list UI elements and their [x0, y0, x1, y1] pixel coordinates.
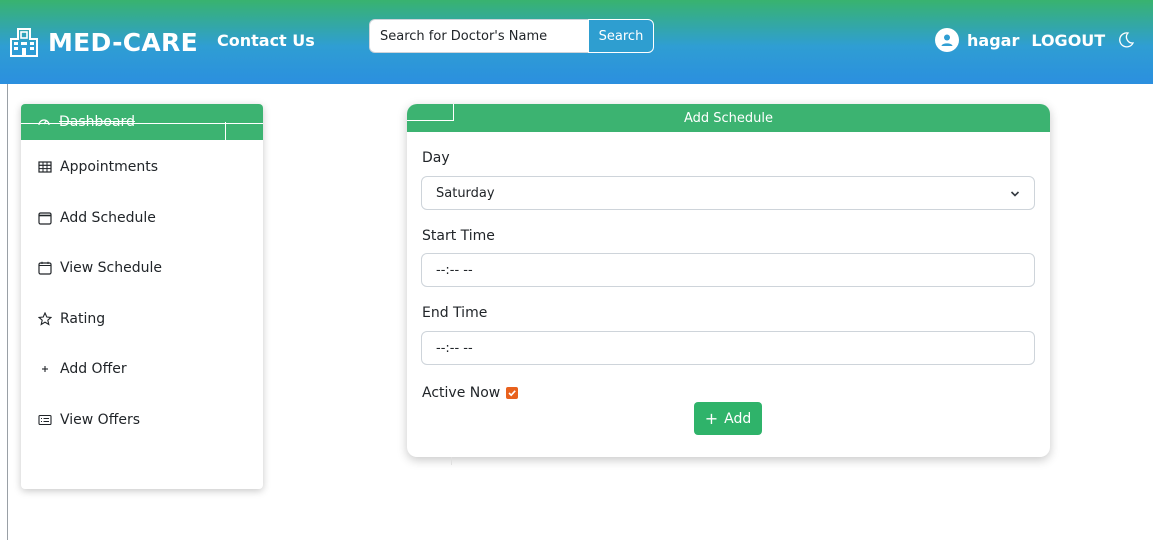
user-icon: [941, 34, 953, 46]
end-time-label: End Time: [422, 305, 488, 321]
sidebar-item-label: Add Schedule: [60, 210, 156, 226]
card-list-icon: [38, 414, 52, 426]
doctor-search: Search: [369, 19, 654, 53]
sidebar-item-dashboard[interactable]: Dashboard: [21, 104, 263, 140]
hospital-icon: [10, 28, 38, 57]
check-icon: [508, 390, 517, 397]
sidebar-item-label: Add Offer: [60, 361, 127, 377]
brand-logo[interactable]: MED-CARE: [8, 22, 198, 62]
avatar[interactable]: [935, 28, 959, 52]
sidebar-item-label: Rating: [60, 311, 106, 327]
speedometer-icon: [38, 119, 50, 126]
sidebar-item-label: Appointments: [60, 159, 159, 175]
start-time-value: --:-- --: [436, 262, 473, 278]
sidebar-item-label: View Offers: [60, 412, 141, 428]
divider: [451, 457, 452, 465]
end-time-input[interactable]: --:-- --: [421, 331, 1035, 365]
search-button[interactable]: Search: [588, 19, 654, 53]
plus-icon: +: [704, 409, 719, 428]
username[interactable]: hagar: [967, 31, 1019, 50]
logout-button[interactable]: LOGOUT: [1031, 31, 1105, 50]
calendar-icon: [38, 261, 52, 275]
day-label: Day: [422, 150, 450, 166]
day-select[interactable]: Saturday: [421, 176, 1035, 210]
active-now-label: Active Now: [422, 385, 501, 401]
sidebar-item-rating[interactable]: Rating: [21, 301, 263, 337]
user-menu: hagar LOGOUT: [935, 28, 1135, 52]
sidebar-item-add-schedule[interactable]: Add Schedule: [21, 200, 263, 236]
left-border-line: [7, 84, 8, 540]
sidebar-item-view-schedule[interactable]: View Schedule: [21, 250, 263, 286]
star-icon: [38, 312, 52, 326]
sidebar-item-view-offers[interactable]: View Offers: [21, 402, 263, 438]
sidebar: Dashboard Appointments Add Schedule View…: [21, 104, 263, 489]
brand-name: MED-CARE: [48, 27, 198, 57]
sidebar-item-appointments[interactable]: Appointments: [21, 149, 263, 185]
add-button-label: Add: [724, 410, 752, 427]
divider: [453, 104, 454, 121]
chevron-down-icon: [1010, 191, 1020, 197]
table-icon: [38, 161, 52, 173]
active-now-checkbox[interactable]: [506, 387, 519, 399]
divider: [407, 120, 453, 121]
day-select-value: Saturday: [436, 185, 495, 201]
divider: [225, 122, 226, 140]
sidebar-item-add-offer[interactable]: Add Offer: [21, 351, 263, 387]
card-header: Add Schedule: [407, 104, 1050, 132]
sidebar-item-label: Dashboard: [59, 114, 135, 130]
start-time-input[interactable]: --:-- --: [421, 253, 1035, 287]
active-now-row: Active Now: [422, 385, 519, 401]
end-time-value: --:-- --: [436, 340, 473, 356]
start-time-label: Start Time: [422, 228, 495, 244]
card-title: Add Schedule: [683, 110, 774, 126]
plus-icon: [42, 366, 48, 372]
moon-icon[interactable]: [1117, 31, 1135, 49]
add-schedule-button[interactable]: + Add: [694, 402, 762, 435]
add-schedule-card: Add Schedule Day Saturday Start Time --:…: [407, 104, 1050, 457]
top-navbar: MED-CARE Contact Us Search hagar LOGOUT: [0, 0, 1153, 84]
search-input[interactable]: [369, 19, 588, 53]
divider: [21, 123, 263, 124]
contact-us-link[interactable]: Contact Us: [217, 31, 315, 50]
sidebar-item-label: View Schedule: [60, 260, 163, 276]
calendar-icon: [38, 212, 52, 225]
